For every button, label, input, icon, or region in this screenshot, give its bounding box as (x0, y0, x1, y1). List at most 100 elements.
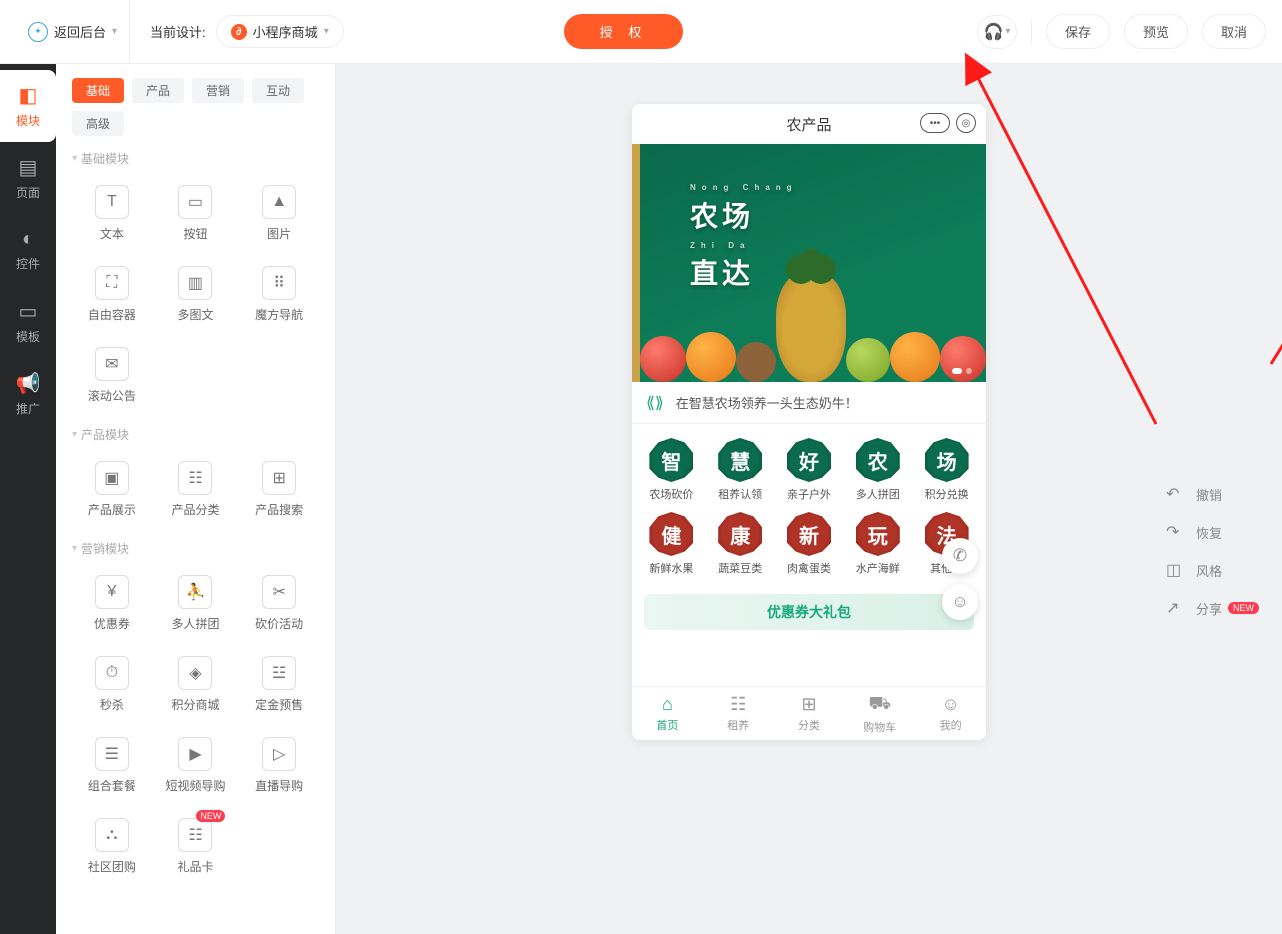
module-图片[interactable]: ▲图片 (239, 177, 319, 250)
nav-item-肉禽蛋类[interactable]: 新肉禽蛋类 (776, 512, 843, 576)
tool-分享[interactable]: ↗分享NEW (1166, 598, 1259, 618)
module-label: 多人拼团 (171, 615, 219, 632)
module-文本[interactable]: T 文本 (72, 177, 152, 250)
tool-icon: ↶ (1166, 484, 1186, 504)
target-icon[interactable]: ◎ (956, 113, 976, 133)
module-icon: ▷ (262, 737, 296, 771)
rail-label: 页面 (16, 184, 40, 201)
rail-label: 推广 (16, 400, 40, 417)
rail-icon: ▭ (19, 299, 38, 324)
tab-基础[interactable]: 基础 (72, 78, 124, 103)
module-icon: ⏱ (95, 656, 129, 690)
design-selector[interactable]: ∂ 小程序商城 ▾ (216, 15, 344, 48)
tabbar-购物车[interactable]: ⛟购物车 (844, 687, 915, 740)
module-label: 多图文 (177, 306, 213, 323)
tab-互动[interactable]: 互动 (252, 78, 304, 103)
module-多图文[interactable]: ▥多图文 (156, 258, 236, 331)
support-button[interactable]: 🎧▾ (977, 15, 1017, 49)
preview-button[interactable]: 预览 (1124, 14, 1188, 49)
rail-label: 模板 (16, 328, 40, 345)
save-button[interactable]: 保存 (1046, 14, 1110, 49)
rail-label: 控件 (16, 255, 40, 272)
rail-icon: 📢 (16, 371, 41, 396)
capsule-buttons: ••• ◎ (920, 113, 976, 133)
tabbar-我的[interactable]: ☺我的 (915, 687, 986, 740)
nav-grid: 智农场砍价慧租养认领好亲子户外农多人拼团场积分兑换健新鲜水果康蔬菜豆类新肉禽蛋类… (632, 424, 986, 590)
module-产品展示[interactable]: ▣产品展示 (72, 453, 152, 526)
module-组合套餐[interactable]: ☰组合套餐 (72, 729, 152, 802)
cancel-button[interactable]: 取消 (1202, 14, 1266, 49)
phone-float-icon[interactable]: ✆ (942, 538, 978, 574)
rail-item-页面[interactable]: ▤ 页面 (0, 142, 56, 214)
rail-item-控件[interactable]: ◐控件 (0, 214, 56, 286)
module-优惠券[interactable]: ¥优惠券 (72, 567, 152, 640)
speaker-icon: ⟪⟫ (646, 393, 664, 413)
module-魔方导航[interactable]: ⠿魔方导航 (239, 258, 319, 331)
module-icon: ⛹ (178, 575, 212, 609)
float-buttons: ✆ ☺ (942, 538, 978, 620)
module-定金预售[interactable]: ☳定金预售 (239, 648, 319, 721)
tabbar-租养[interactable]: ☷租养 (703, 687, 774, 740)
nav-item-积分兑换[interactable]: 场积分兑换 (913, 438, 980, 502)
module-产品搜索[interactable]: ⊞产品搜索 (239, 453, 319, 526)
module-icon: T (95, 185, 129, 219)
nav-icon: 智 (649, 438, 693, 482)
rail-item-模板[interactable]: ▭ 模板 (0, 286, 56, 358)
tabbar-首页[interactable]: ⌂首页 (632, 687, 703, 740)
tool-恢复[interactable]: ↷恢复 (1166, 522, 1259, 542)
module-label: 自由容器 (88, 306, 136, 323)
wechat-float-icon[interactable]: ☺ (942, 584, 978, 620)
pagination-dots (952, 368, 972, 374)
announcement-bar[interactable]: ⟪⟫ 在智慧农场领养一头生态奶牛！ (632, 382, 986, 424)
module-label: 文本 (100, 225, 124, 242)
tab-产品[interactable]: 产品 (132, 78, 184, 103)
nav-item-水产海鲜[interactable]: 玩水产海鲜 (844, 512, 911, 576)
module-按钮[interactable]: ▭按钮 (156, 177, 236, 250)
tabbar-分类[interactable]: ⊞分类 (774, 687, 845, 740)
rail-item-推广[interactable]: 📢 推广 (0, 358, 56, 430)
module-产品分类[interactable]: ☷产品分类 (156, 453, 236, 526)
nav-item-农场砍价[interactable]: 智农场砍价 (638, 438, 705, 502)
module-icon: ☰ (95, 737, 129, 771)
nav-item-新鲜水果[interactable]: 健新鲜水果 (638, 512, 705, 576)
module-label: 优惠券 (94, 615, 130, 632)
phone-header: 农产品 ••• ◎ (632, 104, 986, 144)
tabbar-label: 我的 (940, 717, 962, 733)
nav-icon: 农 (856, 438, 900, 482)
nav-item-亲子户外[interactable]: 好亲子户外 (776, 438, 843, 502)
module-icon: ⛶ (95, 266, 129, 300)
module-label: 产品分类 (171, 501, 219, 518)
module-短视频导购[interactable]: ▶短视频导购 (156, 729, 236, 802)
module-多人拼团[interactable]: ⛹ 多人拼团 (156, 567, 236, 640)
module-自由容器[interactable]: ⛶ 自由容器 (72, 258, 152, 331)
rail-icon: ▤ (19, 155, 38, 180)
tab-营销[interactable]: 营销 (192, 78, 244, 103)
module-礼品卡[interactable]: ☷礼品卡NEW (156, 810, 236, 883)
tool-风格[interactable]: ◫风格 (1166, 560, 1259, 580)
nav-item-租养认领[interactable]: 慧租养认领 (707, 438, 774, 502)
module-label: 按钮 (183, 225, 207, 242)
banner[interactable]: Nong Chang 农场 Zhi Da 直达 (632, 144, 986, 382)
rail-item-模块[interactable]: ◧模块 (0, 70, 56, 142)
module-社区团购[interactable]: ⛬社区团购 (72, 810, 152, 883)
back-button[interactable]: ✦ 返回后台 ▾ (16, 0, 130, 63)
module-砍价活动[interactable]: ✂砍价活动 (239, 567, 319, 640)
section-title: 产品模块 (72, 426, 319, 443)
tool-icon: ↗ (1166, 598, 1186, 618)
nav-item-蔬菜豆类[interactable]: 康蔬菜豆类 (707, 512, 774, 576)
module-icon: ⊞ (262, 461, 296, 495)
tool-label: 撤销 (1196, 485, 1222, 504)
module-滚动公告[interactable]: ✉滚动公告 (72, 339, 152, 412)
module-grid: T 文本 ▭按钮▲图片 ⛶ 自由容器 ▥多图文⠿魔方导航 ✉滚动公告 (72, 177, 319, 412)
module-秒杀[interactable]: ⏱秒杀 (72, 648, 152, 721)
tool-撤销[interactable]: ↶ 撤销 (1166, 484, 1259, 504)
module-积分商城[interactable]: ◈积分商城 (156, 648, 236, 721)
module-直播导购[interactable]: ▷直播导购 (239, 729, 319, 802)
tab-高级[interactable]: 高级 (72, 111, 124, 136)
coupon-banner[interactable]: 优惠券大礼包 (644, 594, 974, 630)
more-icon[interactable]: ••• (920, 113, 950, 133)
nav-item-多人拼团[interactable]: 农多人拼团 (844, 438, 911, 502)
authorize-button[interactable]: 授 权 (564, 14, 684, 49)
tabbar-icon: ☷ (730, 694, 746, 715)
canvas-tools: ↶ 撤销 ↷恢复 ◫风格 ↗分享NEW (1166, 484, 1259, 618)
